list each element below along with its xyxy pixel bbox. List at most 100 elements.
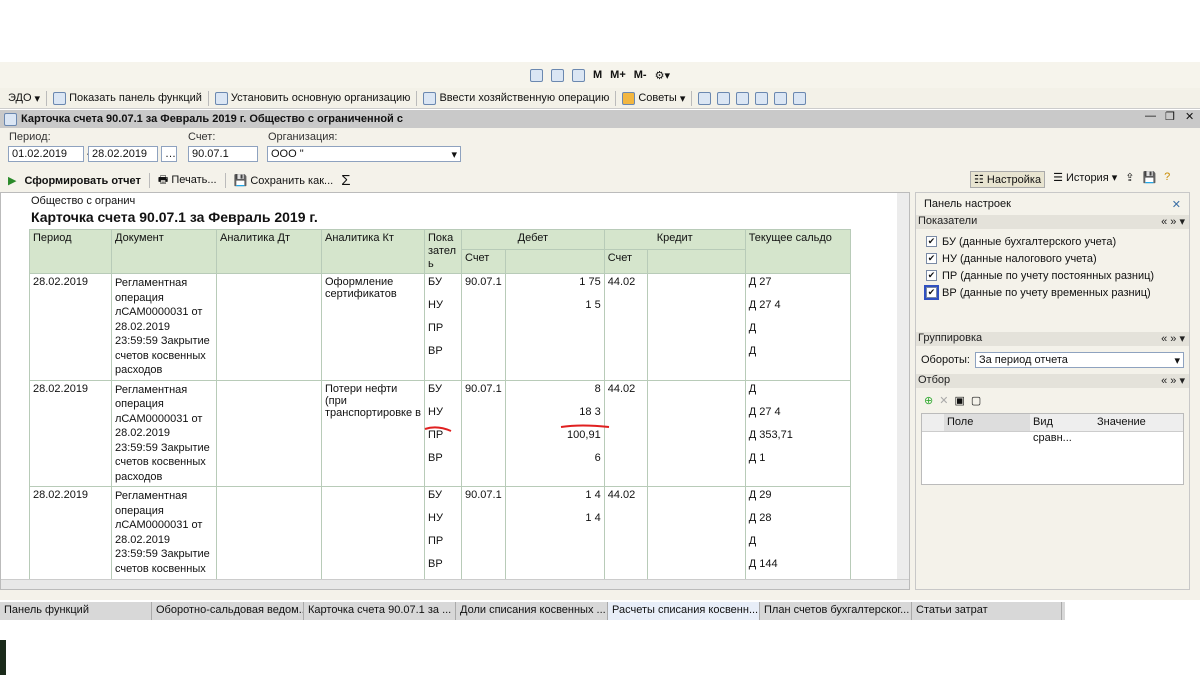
- debit-amount-cell-line: 1 5: [585, 299, 601, 311]
- indicators-section[interactable]: Показатели « » ▾: [916, 215, 1189, 229]
- debit-amount-cell-line: 6: [594, 451, 601, 464]
- set-org-button[interactable]: Установить основную организацию: [214, 91, 411, 105]
- taskbar-tab[interactable]: Доли списания косвенных ...: [456, 602, 608, 620]
- document-icon: [214, 91, 228, 105]
- balance-cell-line: Д: [748, 382, 757, 395]
- turnover-label: Обороты:: [921, 354, 970, 366]
- panel-icon: [53, 91, 67, 105]
- account-value: 90.07.1: [192, 148, 229, 160]
- memory-minus-button[interactable]: M-: [634, 69, 647, 81]
- memory-plus-button[interactable]: M+: [610, 69, 626, 81]
- save-icon[interactable]: 💾: [1142, 171, 1156, 188]
- indicator-cell: БУ НУ ПР ВР: [424, 486, 462, 589]
- checkbox[interactable]: ✔: [926, 253, 937, 264]
- set-org-label: Установить основную организацию: [230, 92, 411, 104]
- edo-menu[interactable]: ЭДО ▾: [8, 92, 40, 105]
- org-select[interactable]: ООО " ▾: [267, 146, 461, 162]
- chevron-down-icon: ▾: [451, 148, 457, 161]
- report-icon[interactable]: [717, 91, 731, 105]
- date-from-input[interactable]: 01.02.2019: [8, 146, 84, 162]
- report-icon[interactable]: [698, 91, 712, 105]
- report-icon[interactable]: [793, 91, 807, 105]
- taskbar-tab[interactable]: Статьи затрат: [912, 602, 1062, 620]
- indicator-checkbox[interactable]: ✔ НУ (данные налогового учета): [916, 250, 1189, 267]
- tools-icon[interactable]: ⚙▾: [655, 69, 670, 82]
- col-debit-account: Счет: [461, 249, 506, 274]
- col-period: Период: [29, 229, 112, 274]
- filter-col-field: Поле: [944, 414, 1030, 431]
- indicator-checkbox[interactable]: ✔ БУ (данные бухгалтерского учета): [916, 233, 1189, 250]
- check-all-icon[interactable]: ▣: [954, 394, 964, 407]
- analytics-kt-cell: [321, 486, 425, 589]
- document-cell: Регламентная операция лСАМ0000031 от 28.…: [111, 486, 217, 589]
- export-icon[interactable]: ⇪: [1125, 171, 1134, 188]
- indicator-cell-line: ПР: [428, 535, 444, 547]
- indicator-cell-line: БУ: [428, 276, 442, 288]
- indicator-cell-line: НУ: [428, 512, 443, 524]
- close-icon[interactable]: ✕: [1172, 198, 1181, 211]
- dt-kt-icon: [423, 91, 437, 105]
- period-select-button[interactable]: …: [161, 146, 177, 162]
- sum-button[interactable]: Σ: [341, 172, 350, 189]
- report-icon[interactable]: [755, 91, 769, 105]
- turnover-value: За период отчета: [978, 354, 1068, 366]
- delete-icon[interactable]: ✕: [939, 394, 948, 407]
- grouping-head: Группировка: [918, 332, 983, 344]
- tips-button[interactable]: Советы ▾: [622, 91, 685, 105]
- taskbar-tab[interactable]: Оборотно-сальдовая ведом...: [152, 602, 304, 620]
- date-to-input[interactable]: 28.02.2019: [88, 146, 158, 162]
- taskbar-tab[interactable]: Расчеты списания косвенн...: [608, 602, 760, 620]
- close-button[interactable]: ✕: [1185, 110, 1194, 123]
- date-from-value: 01.02.2019: [12, 148, 68, 160]
- debit-account-cell: 90.07.1: [461, 273, 506, 381]
- turnover-select[interactable]: За период отчета ▾: [974, 352, 1184, 368]
- report-icon[interactable]: [774, 91, 788, 105]
- taskbar-tab[interactable]: Панель функций: [0, 602, 152, 620]
- filter-table[interactable]: Поле Вид сравн... Значение: [921, 413, 1184, 485]
- settings-button[interactable]: ☷ Настройка: [970, 171, 1046, 188]
- calendar-icon[interactable]: [551, 68, 564, 82]
- horizontal-scrollbar[interactable]: [1, 579, 909, 589]
- print-button[interactable]: 🖶 Печать...: [158, 171, 217, 190]
- analytics-kt-cell: Оформление сертификатов: [321, 273, 425, 381]
- period-label: Период:: [9, 131, 51, 143]
- balance-cell-line: Д 1: [748, 451, 766, 464]
- uncheck-all-icon[interactable]: ▢: [971, 394, 981, 407]
- grouping-section[interactable]: Группировка « » ▾: [916, 332, 1189, 346]
- filter-section[interactable]: Отбор « » ▾: [916, 374, 1189, 388]
- save-as-button[interactable]: 💾 Сохранить как...: [234, 174, 334, 187]
- checkbox[interactable]: ✔: [926, 270, 937, 281]
- edo-label: ЭДО: [8, 92, 32, 104]
- add-icon[interactable]: ⊕: [924, 394, 933, 407]
- minimize-button[interactable]: —: [1145, 110, 1156, 122]
- credit-amount-cell: [646, 379, 746, 487]
- tips-label: Советы: [638, 92, 677, 104]
- users-icon[interactable]: [572, 68, 585, 82]
- history-button[interactable]: ☰ История ▾: [1053, 171, 1117, 188]
- save-as-label: Сохранить как...: [250, 175, 334, 187]
- chevron-down-icon: ▾: [1174, 354, 1180, 367]
- checkbox-label: ВР (данные по учету временных разниц): [942, 286, 1151, 299]
- date-to-value: 28.02.2019: [92, 148, 148, 160]
- checkbox[interactable]: ✔: [924, 285, 939, 300]
- generate-report-button[interactable]: Сформировать отчет: [24, 175, 140, 187]
- report-icon[interactable]: [736, 91, 750, 105]
- indicator-cell-line: НУ: [428, 299, 443, 311]
- calculator-icon[interactable]: [530, 68, 543, 82]
- taskbar-tab[interactable]: План счетов бухгалтерског...: [760, 602, 912, 620]
- balance-cell-line: Д: [748, 535, 757, 547]
- restore-button[interactable]: ❐: [1165, 110, 1175, 123]
- indicator-cell: БУ НУ ПР ВР: [424, 273, 462, 381]
- indicator-checkbox[interactable]: ✔ ПР (данные по учету постоянных разниц): [916, 267, 1189, 284]
- show-panel-button[interactable]: Показать панель функций: [53, 91, 202, 105]
- help-icon[interactable]: ?: [1164, 171, 1170, 188]
- checkbox[interactable]: ✔: [926, 236, 937, 247]
- memory-button[interactable]: M: [593, 69, 602, 81]
- taskbar-tab[interactable]: Карточка счета 90.07.1 за ...: [304, 602, 456, 620]
- main-toolbar: ЭДО ▾ Показать панель функций Установить …: [0, 88, 1200, 109]
- indicator-checkbox[interactable]: ✔ ВР (данные по учету временных разниц): [916, 284, 1189, 301]
- vertical-scrollbar[interactable]: [897, 193, 909, 579]
- period-cell: 28.02.2019: [29, 486, 112, 589]
- enter-operation-button[interactable]: Ввести хозяйственную операцию: [423, 91, 609, 105]
- account-input[interactable]: 90.07.1: [188, 146, 258, 162]
